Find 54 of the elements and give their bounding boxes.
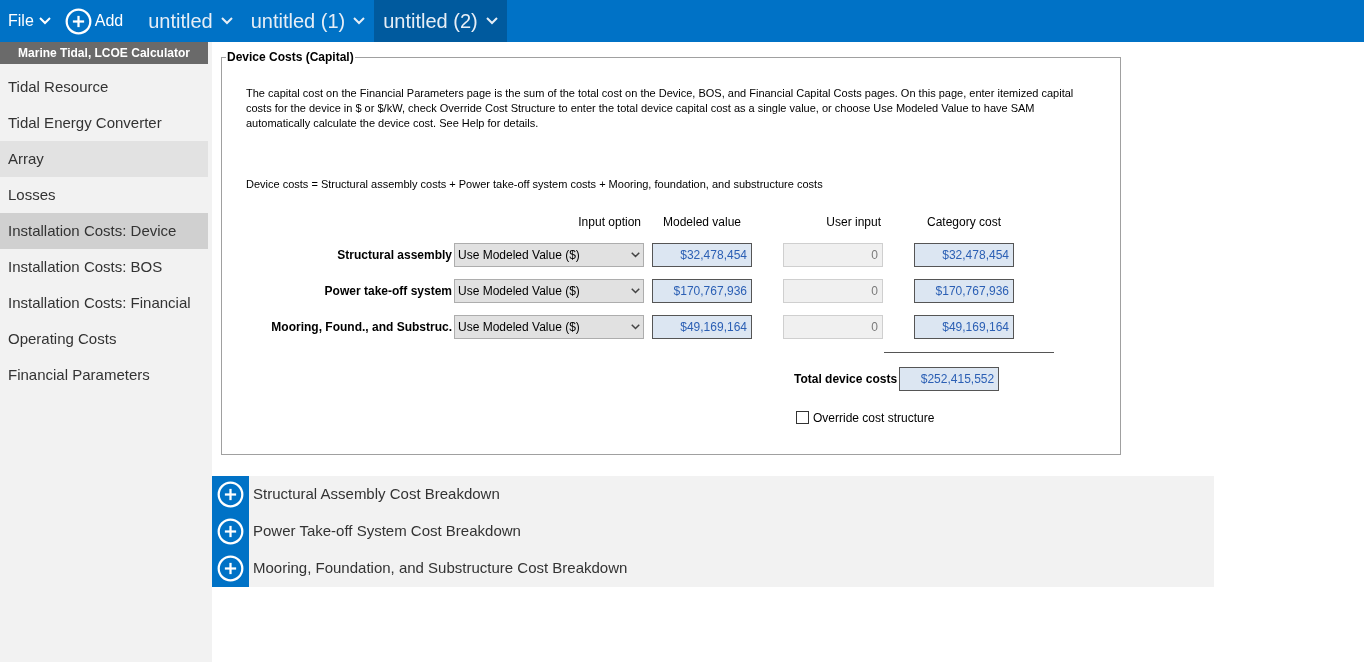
chevron-down-icon [38, 17, 51, 25]
add-button[interactable]: Add [58, 0, 130, 42]
modeled-value-field: $32,478,454 [652, 242, 752, 267]
sidebar-item[interactable]: Operating Costs [0, 321, 208, 357]
section-title: Mooring, Foundation, and Substructure Cost Breakdown [253, 558, 628, 579]
description-text: The capital cost on the Financial Parameters page is the sum of the total cost on the Device, BOS, and Financial Capital Costs pages. On this page, enter itemized capital costs for the device in $ or $/kW, check Override Cost Structure to enter the total device capital cost as a single value, or choose Use Modeled Value to have SAM automatically calculate the device cost. See Help for details. [246, 86, 1075, 131]
sidebar-item[interactable]: Tidal Energy Converter [0, 105, 208, 141]
chevron-down-icon [631, 251, 640, 258]
sidebar-item[interactable]: Tidal Resource [0, 69, 208, 105]
collapsible-section[interactable]: Power Take-off System Cost Breakdown [212, 513, 1214, 550]
sidebar-item[interactable]: Losses [0, 177, 208, 213]
project-tab[interactable]: untitled (1) [241, 0, 375, 42]
modeled-value-field: $49,169,164 [652, 314, 752, 339]
chevron-down-icon [353, 17, 366, 25]
column-header: Modeled value [662, 213, 742, 231]
project-tab[interactable]: untitled (2) [374, 0, 507, 42]
total-label: Total device costs [794, 370, 898, 388]
input-option-dropdown[interactable]: Use Modeled Value ($) [454, 314, 644, 339]
row-label: Mooring, Found., and Substruc. [270, 318, 452, 336]
input-option-dropdown[interactable]: Use Modeled Value ($) [454, 242, 644, 267]
chevron-down-icon [631, 287, 640, 294]
row-label: Power take-off system [323, 282, 452, 300]
row-label: Structural assembly [336, 246, 452, 264]
section-title: Structural Assembly Cost Breakdown [253, 484, 500, 505]
chevron-down-icon [485, 17, 498, 25]
expand-icon [217, 518, 244, 545]
chevron-down-icon [220, 17, 233, 25]
formula-text: Device costs = Structural assembly costs + Power take-off system costs + Mooring, foundation, and substructure costs [246, 177, 824, 192]
sidebar-title: Marine Tidal, LCOE Calculator [0, 42, 208, 64]
modeled-value-field: $170,767,936 [652, 278, 752, 303]
sidebar-item[interactable]: Installation Costs: BOS [0, 249, 208, 285]
expand-icon [217, 481, 244, 508]
sidebar-item[interactable]: Installation Costs: Financial [0, 285, 208, 321]
group-title: Device Costs (Capital) [226, 49, 355, 66]
add-icon [64, 7, 92, 35]
category-cost-field: $49,169,164 [914, 314, 1014, 339]
category-cost-field: $170,767,936 [914, 278, 1014, 303]
sidebar-item[interactable]: Financial Parameters [0, 357, 208, 393]
collapsible-section[interactable]: Mooring, Foundation, and Substructure Cost Breakdown [212, 550, 1214, 587]
chevron-down-icon [631, 323, 640, 330]
project-tab[interactable]: untitled [139, 0, 242, 42]
file-menu[interactable]: File [0, 0, 59, 42]
expand-icon [217, 555, 244, 582]
override-checkbox[interactable]: Override cost structure [796, 408, 935, 427]
category-cost-field: $32,478,454 [914, 242, 1014, 267]
column-header: Input option [578, 213, 642, 231]
section-title: Power Take-off System Cost Breakdown [253, 521, 521, 542]
collapsible-section[interactable]: Structural Assembly Cost Breakdown [212, 476, 1214, 513]
sidebar-item[interactable]: Array [0, 141, 208, 177]
column-header: User input [826, 213, 882, 231]
total-value-field: $252,415,552 [899, 366, 1000, 391]
input-option-dropdown[interactable]: Use Modeled Value ($) [454, 278, 644, 303]
column-header: Category cost [925, 213, 1002, 231]
sidebar-item[interactable]: Installation Costs: Device [0, 213, 208, 249]
